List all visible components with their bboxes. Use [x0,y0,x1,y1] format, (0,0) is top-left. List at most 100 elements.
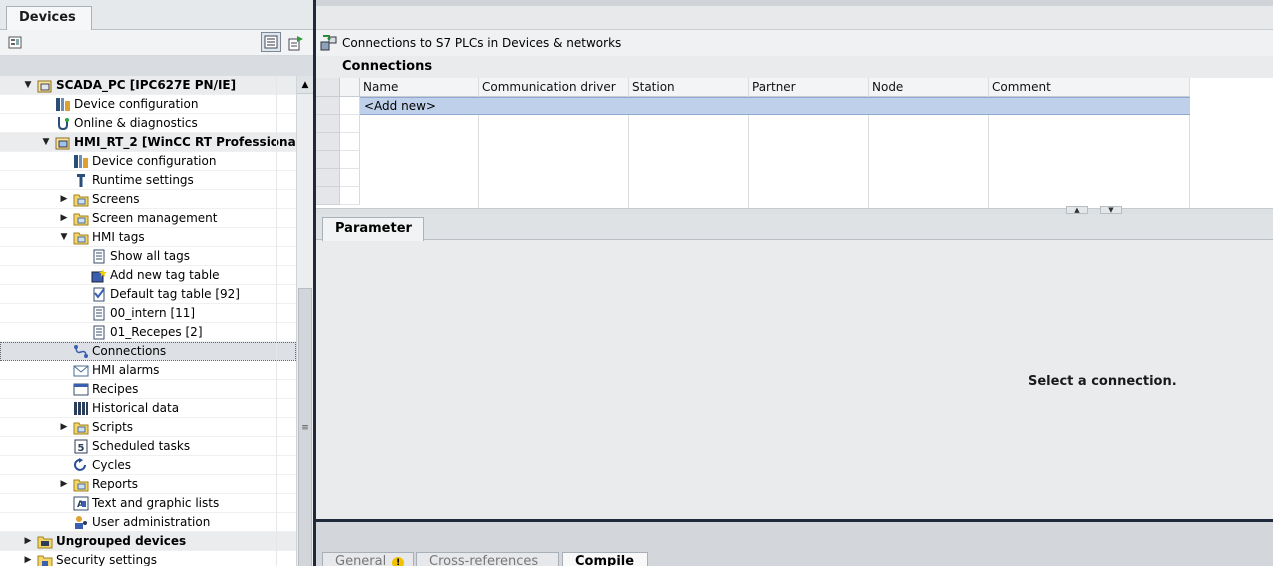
tag-table-icon [91,306,107,321]
tree-item-device-configuration[interactable]: Device configuration [0,152,296,171]
editor-header-text[interactable]: Connections to S7 PLCs in Devices & netw… [342,36,621,50]
row-header[interactable] [316,133,340,151]
row-header[interactable] [316,151,340,169]
project-tree-tabbar: Devices [0,0,313,31]
folder-icon [73,477,89,492]
tree-item-screen-management[interactable]: ▶ Screen management [0,209,296,228]
collapse-arrow-icon[interactable]: ▼ [41,133,51,152]
tag-table-icon [91,249,107,264]
tree-scrollbar[interactable]: ▲ ≡ [296,76,313,566]
row-header[interactable] [316,187,340,205]
tree-item-recipes[interactable]: Recipes [0,380,296,399]
expand-arrow-icon[interactable]: ▶ [59,475,69,494]
tree-item-default-tag-table-92[interactable]: Default tag table [92] [0,285,296,304]
project-tree-pane: Devices ▼ SCADA_PC [IPC627E PN/IE] Device … [0,0,316,566]
tree-item-runtime-settings[interactable]: Runtime settings [0,171,296,190]
tree-item-hmi-rt-2-wincc-rt-professional[interactable]: ▼ HMI_RT_2 [WinCC RT Professional] [0,133,296,152]
tab-devices[interactable]: Devices [6,6,92,31]
tree-item-ungrouped-devices[interactable]: ▶ Ungrouped devices [0,532,296,551]
hmi-runtime-icon [55,135,71,150]
tree-item-cycles[interactable]: Cycles [0,456,296,475]
tree-item-label: Historical data [92,401,180,415]
tree-item-label: HMI_RT_2 [WinCC RT Professional] [74,135,296,149]
expand-arrow-icon[interactable]: ▶ [59,190,69,209]
tree-item-label: Scheduled tasks [92,439,191,453]
tab-general[interactable]: General! [322,552,414,566]
tree-item-00-intern-11[interactable]: 00_intern [11] [0,304,296,323]
parameter-area: Parameter Select a connection. [316,214,1273,519]
tree-item-label: Reports [92,477,139,491]
tree-item-text-and-graphic-lists[interactable]: A Text and graphic lists [0,494,296,513]
expand-arrow-icon[interactable]: ▶ [59,418,69,437]
details-view-icon[interactable] [261,32,281,52]
project-properties-icon[interactable] [6,33,26,53]
row-icon-cell [340,133,360,151]
s7-connections-icon[interactable] [320,34,338,52]
tab-compile[interactable]: Compile [562,552,648,566]
splitter-down-arrow-icon[interactable]: ▼ [1100,206,1122,214]
collapse-arrow-icon[interactable]: ▼ [23,76,33,95]
expand-arrow-icon[interactable]: ▶ [23,532,33,551]
tree-item-historical-data[interactable]: Historical data [0,399,296,418]
row-header[interactable] [316,115,340,133]
tree-item-add-new-tag-table[interactable]: Add new tag table [0,266,296,285]
tab-cross-references-label: Cross-references [429,554,539,566]
row-header[interactable] [316,97,340,115]
tab-parameter[interactable]: Parameter [322,217,424,241]
expand-arrow-icon[interactable]: ▶ [23,551,33,566]
tree-item-label: Recipes [92,382,139,396]
editor-header: Connections to S7 PLCs in Devices & netw… [316,30,1273,56]
tree-item-screens[interactable]: ▶ Screens [0,190,296,209]
tree-item-label: HMI tags [92,230,145,244]
table-icon-column-header [340,78,360,97]
scheduled-tasks-icon: 5 [73,439,89,454]
tree-item-show-all-tags[interactable]: Show all tags [0,247,296,266]
tree-item-scripts[interactable]: ▶ Scripts [0,418,296,437]
inspector-window: General! Cross-references Compile [316,522,1273,566]
tree-item-label: Connections [92,344,167,358]
runtime-settings-icon [73,173,89,188]
project-tree-toolbar [0,30,313,56]
tree-item-connections[interactable]: Connections [0,342,296,361]
tree-item-online-diagnostics[interactable]: Online & diagnostics [0,114,296,133]
tree-item-hmi-alarms[interactable]: HMI alarms [0,361,296,380]
table-corner [316,78,340,97]
tree-item-label: Add new tag table [110,268,220,282]
connections-icon [73,344,89,359]
scrollbar-thumb[interactable]: ≡ [298,288,312,566]
row-icon-cell [340,97,360,115]
tree-item-scada-pc-ipc627e-pn-ie[interactable]: ▼ SCADA_PC [IPC627E PN/IE] [0,76,296,95]
export-icon[interactable] [286,33,306,53]
add-new-label[interactable]: <Add new> [364,98,436,114]
splitter-up-arrow-icon[interactable]: ▲ [1066,206,1088,214]
tree-item-scheduled-tasks[interactable]: 5 Scheduled tasks [0,437,296,456]
tree-item-label: Ungrouped devices [56,534,187,548]
svg-text:5: 5 [78,443,85,454]
tree-item-label: SCADA_PC [IPC627E PN/IE] [56,78,237,92]
tab-cross-references[interactable]: Cross-references [416,552,559,566]
tree-item-hmi-tags[interactable]: ▼ HMI tags [0,228,296,247]
tree-item-device-configuration[interactable]: Device configuration [0,95,296,114]
expand-arrow-icon[interactable]: ▶ [59,209,69,228]
row-header[interactable] [316,169,340,187]
editor-toolbar-area [316,6,1273,30]
tree-item-reports[interactable]: ▶ Reports [0,475,296,494]
tree-item-label: Security settings [56,553,157,566]
tree-item-label: Screens [92,192,140,206]
security-settings-icon [37,553,53,566]
add-new-row[interactable] [360,97,1190,115]
tree-item-user-administration[interactable]: User administration [0,513,296,532]
tree-item-label: 00_intern [11] [110,306,196,320]
tree-item-label: Online & diagnostics [74,116,198,130]
tree-item-01-recepes-2[interactable]: 01_Recepes [2] [0,323,296,342]
tree-item-security-settings[interactable]: ▶ Security settings [0,551,296,566]
row-icon-cell [340,187,360,205]
default-tag-table-icon [91,287,107,302]
tree-item-label: Cycles [92,458,132,472]
device-config-icon [55,97,71,112]
device-config-icon [73,154,89,169]
scroll-up-arrow-icon[interactable]: ▲ [297,76,313,94]
tree-item-label: Device configuration [74,97,199,111]
folder-icon [73,230,89,245]
collapse-arrow-icon[interactable]: ▼ [59,228,69,247]
